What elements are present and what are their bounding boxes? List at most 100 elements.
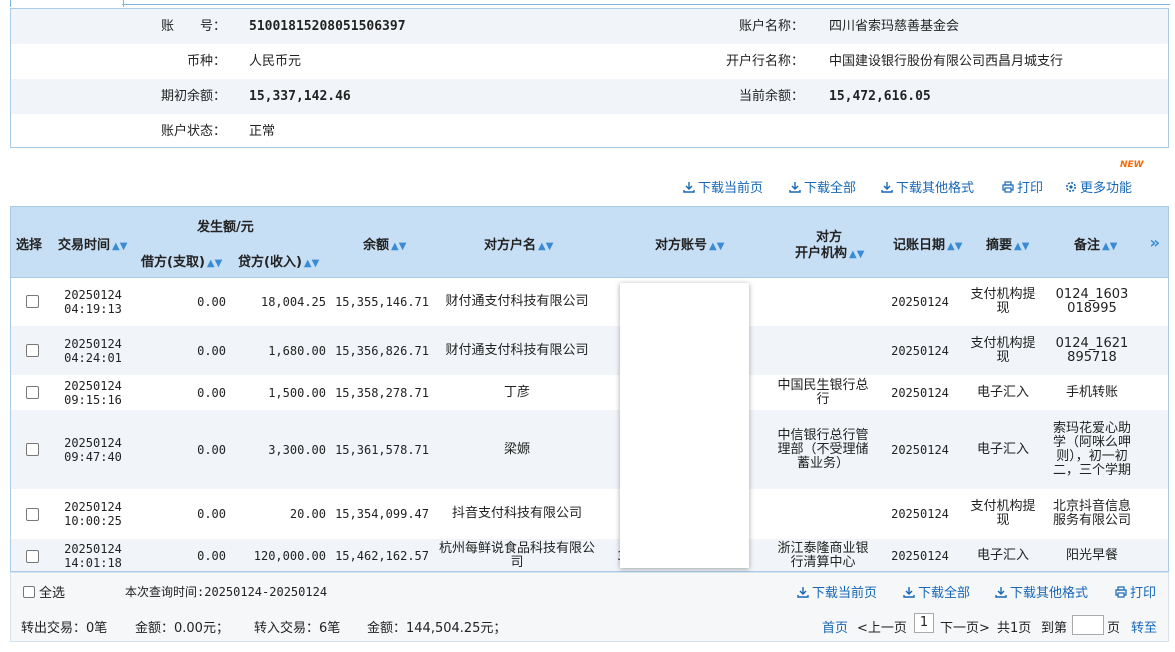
table-row[interactable]: 20250124 04:24:01 0.00 1,680.00 15,356,826.7… bbox=[11, 326, 1168, 375]
next-page-link[interactable]: 下一页> bbox=[940, 617, 990, 636]
cell-debit: 0.00 bbox=[197, 549, 226, 563]
goto-page-field[interactable] bbox=[1072, 615, 1104, 635]
row-checkbox[interactable] bbox=[25, 344, 39, 357]
goto-button[interactable]: 转至 bbox=[1131, 617, 1157, 636]
cell-time: 20250124 09:15:16 bbox=[53, 375, 133, 410]
table-row[interactable]: 20250124 04:19:13 0.00 18,004.25 15,355,146.… bbox=[11, 277, 1168, 326]
cell-remark: 0124_1603018995 bbox=[1055, 286, 1129, 316]
active-tab[interactable] bbox=[10, 0, 124, 7]
footer-print-label: 打印 bbox=[1130, 586, 1157, 601]
download-page-button[interactable]: 下载当前页 bbox=[683, 177, 763, 196]
row-select-cell bbox=[11, 410, 53, 489]
cell-balance: 15,358,278.71 bbox=[335, 385, 429, 400]
current-balance-value: 15,472,616.05 bbox=[829, 89, 931, 104]
row-select-cell bbox=[11, 375, 53, 410]
footer-download-page-button[interactable]: 下载当前页 bbox=[797, 582, 877, 601]
current-page-number: 1 bbox=[914, 613, 934, 633]
sort-icon: ▲▼ bbox=[206, 258, 223, 269]
prev-page-link[interactable]: <上一页 bbox=[857, 617, 907, 636]
header-counterparty-bank-2[interactable]: 开户机构 ▲▼ bbox=[795, 242, 864, 261]
more-functions-button[interactable]: 更多功能 bbox=[1065, 177, 1132, 196]
footer-download-all-button[interactable]: 下载全部 bbox=[903, 582, 970, 601]
row-checkbox[interactable] bbox=[25, 549, 39, 563]
info-row-balance: 期初余额： 15,337,142.46 当前余额： 15,472,616.05 bbox=[11, 79, 1168, 114]
printer-icon bbox=[1115, 586, 1127, 598]
select-all-checkbox[interactable] bbox=[23, 585, 35, 598]
cell-time-wrap: 20250124 04:24:01 bbox=[64, 337, 122, 365]
header-balance[interactable]: 余额 ▲▼ bbox=[363, 234, 406, 253]
cell-counterparty-name: 丁彦 bbox=[503, 384, 530, 400]
header-counterparty-account[interactable]: 对方账号 ▲▼ bbox=[655, 234, 724, 253]
sort-icon: ▲▼ bbox=[303, 258, 320, 269]
cell-counterparty-bank bbox=[775, 326, 871, 375]
out-amount: 金额：0.00元； bbox=[135, 621, 229, 636]
out-count: 转出交易：0笔 bbox=[21, 621, 108, 636]
footer-download-page-label: 下载当前页 bbox=[812, 586, 878, 601]
header-counterparty-account-label: 对方账号 bbox=[655, 238, 708, 253]
download-all-button[interactable]: 下载全部 bbox=[789, 177, 856, 196]
cell-date: 20250124 bbox=[64, 435, 122, 450]
row-checkbox[interactable] bbox=[25, 295, 39, 308]
cell-clock: 04:19:13 bbox=[64, 301, 122, 316]
goto-label: 到第 bbox=[1041, 621, 1068, 636]
select-all-label: 全选 bbox=[39, 586, 66, 601]
cell-clock: 04:24:01 bbox=[64, 350, 122, 365]
download-page-label: 下载当前页 bbox=[698, 181, 764, 196]
download-icon bbox=[789, 182, 801, 193]
cell-counterparty-name: 财付通支付科技有限公司 bbox=[445, 293, 589, 309]
header-counterparty-name-label: 对方户名 bbox=[484, 238, 537, 253]
table-row[interactable]: 20250124 09:15:16 0.00 1,500.00 15,358,278.7… bbox=[11, 375, 1168, 410]
cell-debit: 0.00 bbox=[197, 385, 226, 400]
sort-icon: ▲▼ bbox=[849, 249, 865, 260]
table-row[interactable]: 20250124 14:01:18 0.00 120,000.00 15,462,162… bbox=[11, 539, 1168, 571]
header-remark[interactable]: 备注 ▲▼ bbox=[1074, 234, 1117, 253]
download-other-label: 下载其他格式 bbox=[896, 181, 975, 196]
more-columns-icon[interactable]: » bbox=[1150, 233, 1160, 252]
row-checkbox[interactable] bbox=[25, 507, 39, 521]
opening-balance-value: 15,337,142.46 bbox=[249, 89, 351, 104]
cell-remark: 0124_1621895718 bbox=[1055, 335, 1129, 365]
current-page-box[interactable]: 1 bbox=[914, 613, 934, 633]
cell-remark: 索玛花爱心助学（阿咪么呷则），初一初二，三个学期 bbox=[1053, 420, 1131, 478]
cell-balance: 15,356,826.71 bbox=[335, 343, 429, 358]
row-checkbox[interactable] bbox=[25, 386, 39, 399]
cell-credit: 1,500.00 bbox=[268, 385, 326, 400]
footer-print-button[interactable]: 打印 bbox=[1115, 582, 1156, 601]
header-debit-label: 借方(支取) bbox=[141, 255, 205, 270]
bank-label: 开户行名称： bbox=[725, 54, 804, 69]
header-debit[interactable]: 借方(支取) ▲▼ bbox=[141, 251, 222, 270]
transaction-table: 选择 交易时间 ▲▼ 发生额/元 借方(支取) ▲▼ 贷方(收入) ▲▼ 余额 ▲▼ 对… bbox=[10, 206, 1169, 572]
cell-time: 20250124 04:24:01 bbox=[53, 326, 133, 375]
header-time[interactable]: 交易时间 ▲▼ bbox=[58, 234, 127, 253]
cell-credit: 20.00 bbox=[289, 507, 326, 521]
table-row[interactable]: 20250124 09:47:40 0.00 3,300.00 15,361,578.7… bbox=[11, 410, 1168, 489]
cell-date: 20250124 bbox=[64, 336, 122, 351]
table-row[interactable]: 20250124 10:00:25 0.00 20.00 15,354,099.47 抖音… bbox=[11, 489, 1168, 539]
header-counterparty-name[interactable]: 对方户名 ▲▼ bbox=[484, 234, 553, 253]
footer-download-other-button[interactable]: 下载其他格式 bbox=[995, 582, 1088, 601]
first-page-link[interactable]: 首页 bbox=[822, 617, 848, 636]
header-select: 选择 bbox=[16, 238, 43, 253]
print-button[interactable]: 打印 bbox=[1002, 177, 1043, 196]
header-credit[interactable]: 贷方(收入) ▲▼ bbox=[238, 251, 319, 270]
header-summary[interactable]: 摘要 ▲▼ bbox=[986, 234, 1029, 253]
goto-page-input[interactable] bbox=[1072, 615, 1104, 635]
cell-clock: 10:00:25 bbox=[64, 514, 122, 528]
download-icon bbox=[797, 587, 809, 598]
sort-icon: ▲▼ bbox=[947, 241, 963, 252]
cell-debit: 0.00 bbox=[197, 442, 226, 457]
account-no-label: 账 号： bbox=[160, 19, 226, 34]
cell-clock: 09:15:16 bbox=[64, 392, 122, 407]
select-all-control[interactable]: 全选 bbox=[23, 582, 65, 601]
row-checkbox[interactable] bbox=[25, 443, 39, 456]
download-other-button[interactable]: 下载其他格式 bbox=[881, 177, 974, 196]
cell-post-date: 20250124 bbox=[891, 507, 949, 521]
page-unit: 页 bbox=[1107, 621, 1121, 636]
cell-counterparty-name: 抖音支付科技有限公司 bbox=[451, 506, 582, 521]
footer-download-all-label: 下载全部 bbox=[918, 586, 971, 601]
cell-balance: 15,361,578.71 bbox=[335, 442, 429, 457]
header-post-date[interactable]: 记账日期 ▲▼ bbox=[893, 234, 962, 253]
currency-value: 人民币元 bbox=[249, 54, 302, 69]
cell-date: 20250124 bbox=[64, 378, 122, 393]
cell-time-wrap: 20250124 09:47:40 bbox=[64, 436, 122, 464]
